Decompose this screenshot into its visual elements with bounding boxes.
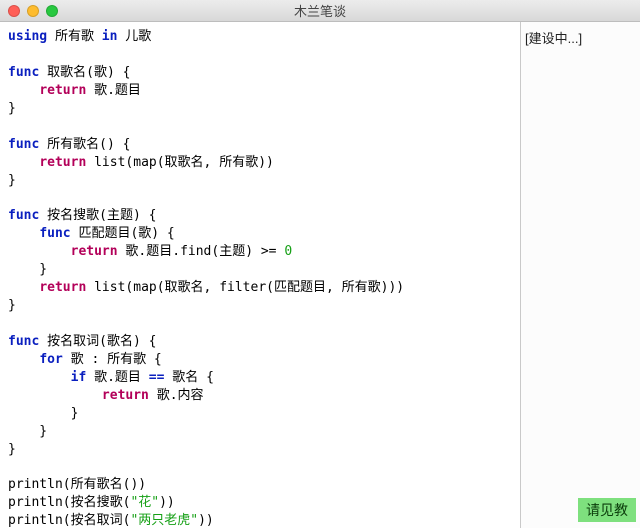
string-literal: "两只老虎" bbox=[130, 513, 198, 528]
code-text: println(所有歌名()) bbox=[8, 477, 146, 492]
code-text: )) bbox=[198, 513, 214, 528]
code-text: } bbox=[8, 442, 16, 457]
code-text: 歌.题目 bbox=[86, 370, 148, 385]
indent bbox=[8, 83, 39, 98]
titlebar: 木兰笔谈 bbox=[0, 0, 640, 22]
code-text: 儿歌 bbox=[117, 29, 151, 44]
operator-eq: == bbox=[149, 370, 165, 385]
indent bbox=[8, 155, 39, 170]
code-text: 按名取词(歌名) { bbox=[39, 334, 156, 349]
code-text: 所有歌 bbox=[47, 29, 102, 44]
code-text: 歌名 { bbox=[164, 370, 213, 385]
code-text: println(按名搜歌( bbox=[8, 495, 130, 510]
code-text: 歌.题目 bbox=[86, 83, 141, 98]
zoom-icon[interactable] bbox=[46, 5, 58, 17]
indent bbox=[8, 370, 71, 385]
code-text: } bbox=[8, 262, 47, 277]
keyword-return: return bbox=[39, 83, 86, 98]
keyword-func: func bbox=[8, 334, 39, 349]
code-text: list(map(取歌名, 所有歌)) bbox=[86, 155, 274, 170]
indent bbox=[8, 226, 39, 241]
keyword-return: return bbox=[71, 244, 118, 259]
indent bbox=[8, 280, 39, 295]
window-title: 木兰笔谈 bbox=[294, 1, 346, 20]
keyword-return: return bbox=[39, 155, 86, 170]
sidebar-footer-button[interactable]: 请见教 bbox=[578, 498, 636, 522]
keyword-return: return bbox=[102, 388, 149, 403]
code-text: } bbox=[8, 424, 47, 439]
code-text: 歌 : 所有歌 { bbox=[63, 352, 162, 367]
code-text: } bbox=[8, 173, 16, 188]
code-text: 歌.内容 bbox=[149, 388, 204, 403]
code-text: list(map(取歌名, filter(匹配题目, 所有歌))) bbox=[86, 280, 404, 295]
code-text: 所有歌名() { bbox=[39, 137, 130, 152]
indent bbox=[8, 388, 102, 403]
code-text: } bbox=[8, 298, 16, 313]
string-literal: "花" bbox=[130, 495, 159, 510]
code-text: 按名搜歌(主题) { bbox=[39, 208, 156, 223]
code-text: 取歌名(歌) { bbox=[39, 65, 130, 80]
indent bbox=[8, 352, 39, 367]
sidebar: [建设中...] 请见教 bbox=[520, 22, 640, 528]
code-text: 匹配题目(歌) { bbox=[71, 226, 175, 241]
number-literal: 0 bbox=[284, 244, 292, 259]
code-text: println(按名取词( bbox=[8, 513, 130, 528]
minimize-icon[interactable] bbox=[27, 5, 39, 17]
keyword-in: in bbox=[102, 29, 118, 44]
code-editor[interactable]: using 所有歌 in 儿歌 func 取歌名(歌) { return 歌.题… bbox=[0, 22, 520, 528]
code-text: } bbox=[8, 101, 16, 116]
close-icon[interactable] bbox=[8, 5, 20, 17]
keyword-using: using bbox=[8, 29, 47, 44]
traffic-lights bbox=[8, 5, 58, 17]
sidebar-status: [建设中...] bbox=[525, 28, 636, 47]
keyword-if: if bbox=[71, 370, 87, 385]
keyword-func: func bbox=[8, 208, 39, 223]
code-text: )) bbox=[159, 495, 175, 510]
keyword-func: func bbox=[8, 137, 39, 152]
keyword-for: for bbox=[39, 352, 62, 367]
indent bbox=[8, 244, 71, 259]
code-text: } bbox=[8, 406, 78, 421]
keyword-func: func bbox=[39, 226, 70, 241]
content-area: using 所有歌 in 儿歌 func 取歌名(歌) { return 歌.题… bbox=[0, 22, 640, 528]
keyword-return: return bbox=[39, 280, 86, 295]
code-text: 歌.题目.find(主题) >= bbox=[118, 244, 285, 259]
keyword-func: func bbox=[8, 65, 39, 80]
